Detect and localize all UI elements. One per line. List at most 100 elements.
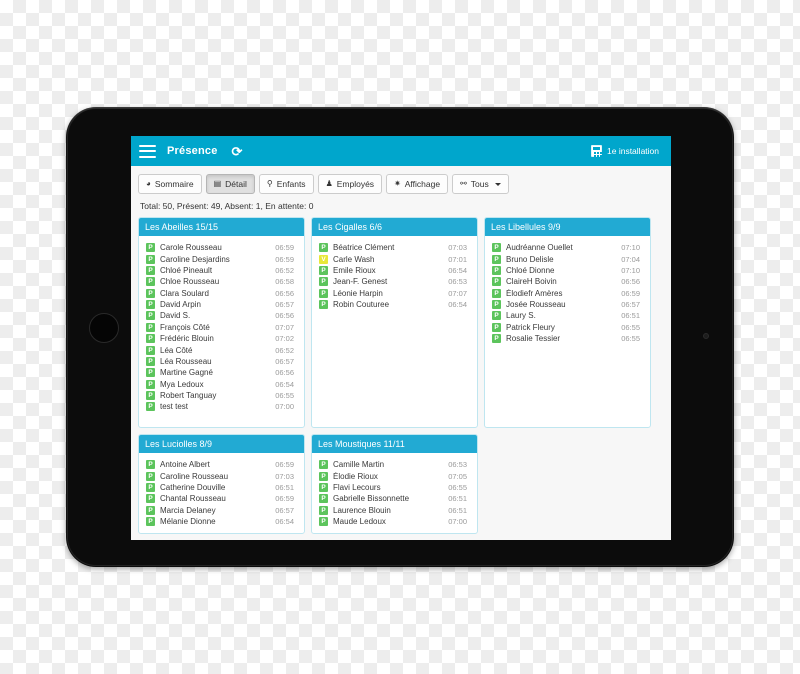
attendance-row[interactable]: P Antoine Albert 06:59	[144, 459, 299, 470]
attendance-row[interactable]: P Chloe Rousseau 06:58	[144, 276, 299, 287]
attendance-row[interactable]: P Martine Gagné 06:56	[144, 367, 299, 378]
status-badge: P	[146, 391, 155, 401]
attendance-row[interactable]: P Chantal Rousseau 06:59	[144, 493, 299, 504]
attendance-row[interactable]: Ptest test 07:00	[144, 401, 299, 412]
attendance-row[interactable]: P Laury S. 06:51	[490, 310, 645, 321]
attendee-name: Robert Tanguay	[160, 391, 217, 401]
status-badge: P	[146, 482, 155, 492]
attendance-row[interactable]: P Robert Tanguay 06:55	[144, 390, 299, 401]
status-badge: P	[492, 311, 501, 321]
toolbar-button-label: Employés	[336, 179, 375, 189]
arrival-time: 06:57	[275, 505, 294, 515]
attendance-row[interactable]: P David S. 06:56	[144, 310, 299, 321]
attendee-name: Marcia Delaney	[160, 505, 216, 515]
status-badge: P	[492, 254, 501, 264]
status-badge: P	[146, 254, 155, 264]
status-badge: P	[319, 460, 328, 470]
attendance-row[interactable]: P Chloé Pineault 06:52	[144, 265, 299, 276]
attendee-name: Gabrielle Bissonnette	[333, 494, 410, 504]
status-badge: P	[492, 322, 501, 332]
arrival-time: 07:03	[275, 471, 294, 481]
attendance-row[interactable]: P Jean-F. Genest 06:53	[317, 276, 472, 287]
attendee-name: Rosalie Tessier	[506, 334, 561, 344]
status-badge: P	[146, 311, 155, 321]
attendance-row[interactable]: P David Arpin 06:57	[144, 299, 299, 310]
status-badge: P	[319, 482, 328, 492]
attendance-row[interactable]: P Élodie Rioux 07:05	[317, 470, 472, 481]
attendance-row[interactable]: P Audréanne Ouellet 07:10	[490, 242, 645, 253]
child-icon: ⚲	[266, 179, 273, 188]
arrival-time: 07:05	[448, 471, 467, 481]
attendance-row[interactable]: P Bruno Delisle 07:04	[490, 253, 645, 264]
status-badge: V	[319, 254, 328, 264]
arrival-time: 07:10	[621, 265, 640, 275]
status-badge: P	[319, 505, 328, 515]
toolbar-button-affichage[interactable]: ✷ Affichage	[386, 174, 449, 194]
attendance-list: P Antoine Albert 06:59 P Caroline Rousseau 07…	[139, 453, 304, 533]
attendance-row[interactable]: V Carle Wash 07:01	[317, 253, 472, 264]
attendance-row[interactable]: P ClaireH Boivin 06:56	[490, 276, 645, 287]
attendance-row[interactable]: P Josée Rousseau 06:57	[490, 299, 645, 310]
attendance-row[interactable]: P Maude Ledoux 07:00	[317, 516, 472, 527]
attendance-row[interactable]: P Rosalie Tessier 06:55	[490, 333, 645, 344]
status-badge: P	[319, 517, 328, 527]
attendee-name: Léonie Harpin	[333, 288, 383, 298]
toolbar-button-dtail[interactable]: ▤ Détail	[205, 174, 255, 194]
toolbar-button-tous[interactable]: ⚯ Tous	[452, 174, 509, 194]
toolbar-button-enfants[interactable]: ⚲ Enfants	[258, 174, 314, 194]
attendee-name: Chloé Dionne	[506, 265, 555, 275]
attendance-row[interactable]: P Caroline Desjardins 06:59	[144, 253, 299, 264]
attendance-row[interactable]: P François Côté 07:07	[144, 322, 299, 333]
home-button[interactable]	[89, 313, 119, 343]
attendance-row[interactable]: P Flavi Lecours 06:55	[317, 482, 472, 493]
group-panel-title[interactable]: Les Cigalles 6/6	[312, 218, 477, 236]
attendance-row[interactable]: P Caroline Rousseau 07:03	[144, 470, 299, 481]
group-panel: Les Moustiques 11/11 P Camille Martin 06:53…	[311, 434, 478, 534]
status-badge: P	[146, 300, 155, 310]
group-panel-title[interactable]: Les Moustiques 11/11	[312, 435, 477, 453]
toolbar-button-sommaire[interactable]: ◕ Sommaire	[138, 174, 202, 194]
attendance-row[interactable]: P Léa Rousseau 06:57	[144, 356, 299, 367]
group-panel-title[interactable]: Les Luciolles 8/9	[139, 435, 304, 453]
attendance-row[interactable]: P Marcia Delaney 06:57	[144, 505, 299, 516]
group-panel: Les Abeilles 15/15 P Carole Rousseau 06:59 P…	[138, 217, 305, 428]
attendee-name: Mya Ledoux	[160, 379, 204, 389]
attendance-row[interactable]: P Léonie Harpin 07:07	[317, 288, 472, 299]
attendance-row[interactable]: P Clara Soulard 06:56	[144, 288, 299, 299]
attendance-row[interactable]: P Catherine Douville 06:51	[144, 482, 299, 493]
attendee-name: Camille Martin	[333, 460, 385, 470]
arrival-time: 07:02	[275, 334, 294, 344]
attendance-row[interactable]: P Carole Rousseau 06:59	[144, 242, 299, 253]
group-panel-title[interactable]: Les Libellules 9/9	[485, 218, 650, 236]
chevron-down-icon	[494, 182, 501, 186]
attendance-row[interactable]: P Mélanie Dionne 06:54	[144, 516, 299, 527]
status-badge: P	[146, 356, 155, 366]
attendance-row[interactable]: P Léa Côté 06:52	[144, 344, 299, 355]
attendee-name: Caroline Rousseau	[160, 471, 229, 481]
attendance-row[interactable]: P Chloé Dionne 07:10	[490, 265, 645, 276]
installation-selector[interactable]: 1e installation	[591, 145, 663, 157]
attendance-row[interactable]: P Gabrielle Bissonnette 06:51	[317, 493, 472, 504]
status-badge: P	[146, 517, 155, 527]
status-badge: P	[146, 345, 155, 355]
arrival-time: 06:57	[275, 356, 294, 366]
toolbar-button-label: Affichage	[404, 179, 441, 189]
attendee-name: Béatrice Clément	[333, 243, 395, 253]
attendance-row[interactable]: P Béatrice Clément 07:03	[317, 242, 472, 253]
arrival-time: 06:52	[275, 345, 294, 355]
refresh-icon[interactable]: ⟳	[232, 145, 243, 158]
attendance-row[interactable]: P Élodiefr Amères 06:59	[490, 288, 645, 299]
attendance-row[interactable]: P Emile Rioux 06:54	[317, 265, 472, 276]
attendance-row[interactable]: P Camille Martin 06:53	[317, 459, 472, 470]
attendance-row[interactable]: P Robin Couturee 06:54	[317, 299, 472, 310]
attendee-name: Élodie Rioux	[333, 471, 378, 481]
group-panel-title[interactable]: Les Abeilles 15/15	[139, 218, 304, 236]
toolbar-button-employs[interactable]: ♟ Employés	[317, 174, 383, 194]
arrival-time: 06:52	[275, 265, 294, 275]
attendance-row[interactable]: P Frédéric Blouin 07:02	[144, 333, 299, 344]
hamburger-menu-icon[interactable]	[139, 144, 156, 158]
arrival-time: 06:59	[275, 243, 294, 253]
attendance-row[interactable]: P Mya Ledoux 06:54	[144, 379, 299, 390]
attendance-row[interactable]: P Laurence Blouin 06:51	[317, 505, 472, 516]
attendance-row[interactable]: P Patrick Fleury 06:55	[490, 322, 645, 333]
